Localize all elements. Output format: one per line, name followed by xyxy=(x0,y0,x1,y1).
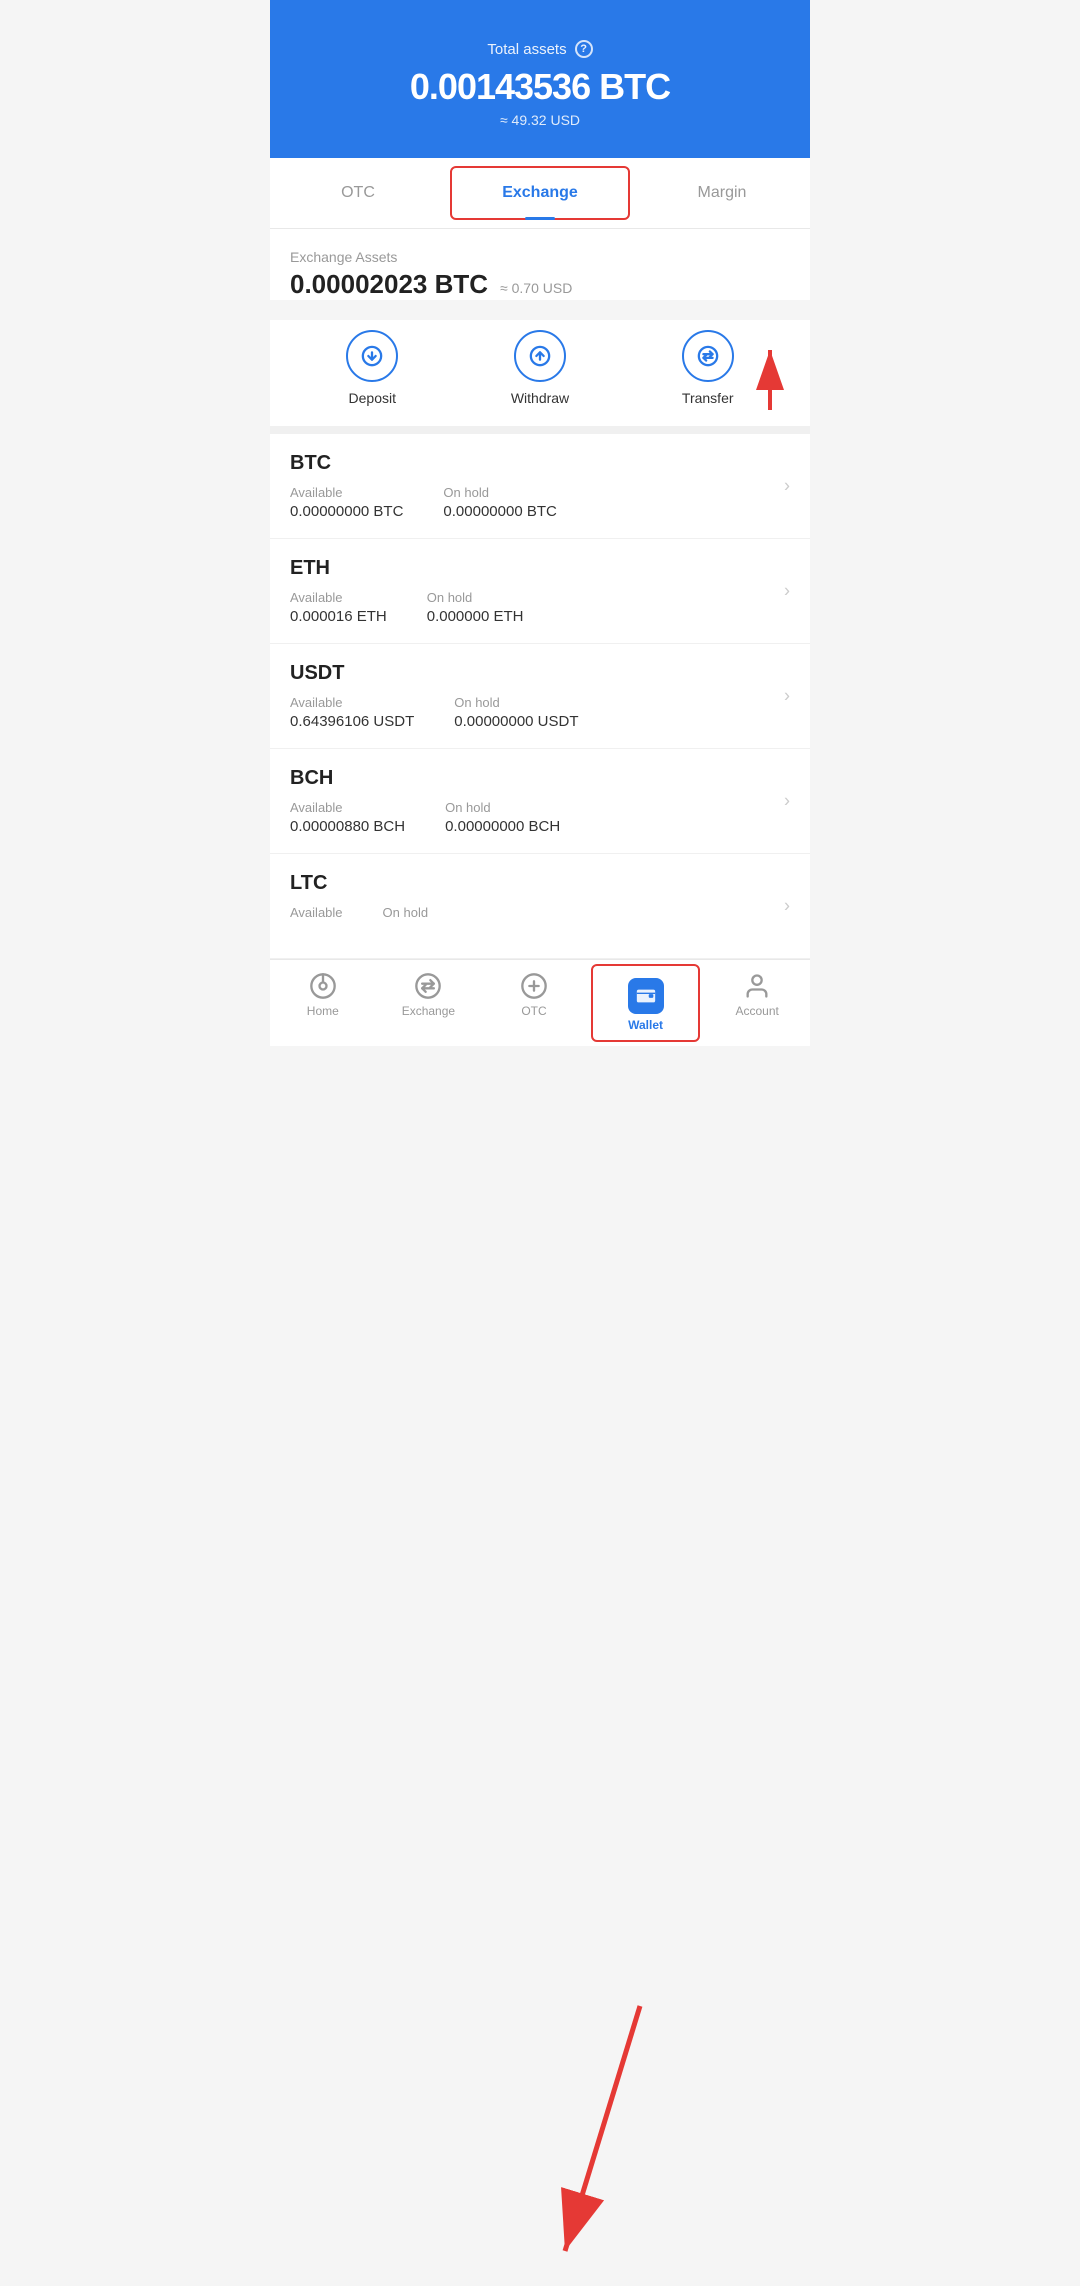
transfer-button[interactable]: Transfer xyxy=(682,330,734,406)
usdt-available-value: 0.64396106 USDT xyxy=(290,713,414,730)
nav-otc-label: OTC xyxy=(521,1004,546,1018)
ltc-chevron-icon: › xyxy=(784,896,790,917)
account-icon xyxy=(743,972,771,1000)
usdt-chevron-icon: › xyxy=(784,686,790,707)
bch-onhold-value: 0.00000000 BCH xyxy=(445,818,560,835)
exchange-usd: ≈ 0.70 USD xyxy=(500,280,572,296)
nav-home[interactable]: Home xyxy=(270,960,376,1046)
transfer-icon xyxy=(682,330,734,382)
ltc-available-label: Available xyxy=(290,905,343,920)
asset-eth[interactable]: ETH Available 0.000016 ETH On hold 0.000… xyxy=(270,539,810,644)
transfer-label: Transfer xyxy=(682,390,734,406)
header-amount: 0.00143536 BTC xyxy=(290,66,790,108)
eth-onhold-value: 0.000000 ETH xyxy=(427,608,524,625)
withdraw-button[interactable]: Withdraw xyxy=(511,330,569,406)
tabs-container: OTC Exchange Margin xyxy=(270,158,810,229)
actions-bar: Deposit Withdraw Transfer xyxy=(270,320,810,426)
withdraw-icon xyxy=(514,330,566,382)
asset-bch-symbol: BCH xyxy=(290,767,790,790)
header-usd: ≈ 49.32 USD xyxy=(290,112,790,128)
bch-available-label: Available xyxy=(290,800,405,815)
eth-available-value: 0.000016 ETH xyxy=(290,608,387,625)
big-arrow-overlay xyxy=(270,1986,810,2286)
asset-ltc-symbol: LTC xyxy=(290,872,790,895)
nav-exchange-label: Exchange xyxy=(402,1004,455,1018)
ltc-onhold-value xyxy=(383,923,429,940)
usdt-onhold-value: 0.00000000 USDT xyxy=(454,713,578,730)
btc-onhold-label: On hold xyxy=(443,485,556,500)
btc-available-value: 0.00000000 BTC xyxy=(290,503,403,520)
usdt-onhold-label: On hold xyxy=(454,695,578,710)
exchange-nav-icon xyxy=(414,972,442,1000)
asset-usdt[interactable]: USDT Available 0.64396106 USDT On hold 0… xyxy=(270,644,810,749)
btc-available-label: Available xyxy=(290,485,403,500)
header: Total assets ? 0.00143536 BTC ≈ 49.32 US… xyxy=(270,0,810,158)
transfer-arrow-overlay xyxy=(740,340,800,425)
divider xyxy=(270,426,810,434)
nav-otc[interactable]: OTC xyxy=(481,960,587,1046)
exchange-label: Exchange Assets xyxy=(290,249,790,265)
nav-account-label: Account xyxy=(735,1004,778,1018)
asset-btc[interactable]: BTC Available 0.00000000 BTC On hold 0.0… xyxy=(270,434,810,539)
bch-available-value: 0.00000880 BCH xyxy=(290,818,405,835)
help-icon[interactable]: ? xyxy=(575,40,593,58)
nav-wallet[interactable]: Wallet xyxy=(591,964,701,1042)
exchange-section: Exchange Assets 0.00002023 BTC ≈ 0.70 US… xyxy=(270,229,810,300)
tab-exchange[interactable]: Exchange xyxy=(450,166,630,220)
btc-chevron-icon: › xyxy=(784,476,790,497)
tab-margin[interactable]: Margin xyxy=(634,168,810,218)
eth-available-label: Available xyxy=(290,590,387,605)
withdraw-label: Withdraw xyxy=(511,390,569,406)
usdt-available-label: Available xyxy=(290,695,414,710)
deposit-label: Deposit xyxy=(349,390,396,406)
btc-onhold-value: 0.00000000 BTC xyxy=(443,503,556,520)
nav-wallet-label: Wallet xyxy=(628,1018,663,1032)
deposit-button[interactable]: Deposit xyxy=(346,330,398,406)
bch-chevron-icon: › xyxy=(784,791,790,812)
asset-eth-symbol: ETH xyxy=(290,557,790,580)
ltc-available-value xyxy=(290,923,343,940)
asset-usdt-symbol: USDT xyxy=(290,662,790,685)
asset-list: BTC Available 0.00000000 BTC On hold 0.0… xyxy=(270,434,810,959)
ltc-onhold-label: On hold xyxy=(383,905,429,920)
wallet-icon xyxy=(635,985,657,1007)
bottom-nav: Home Exchange OTC Wallet xyxy=(270,959,810,1046)
home-icon xyxy=(309,972,337,1000)
otc-nav-icon xyxy=(520,972,548,1000)
asset-btc-symbol: BTC xyxy=(290,452,790,475)
asset-bch[interactable]: BCH Available 0.00000880 BCH On hold 0.0… xyxy=(270,749,810,854)
exchange-amount: 0.00002023 BTC xyxy=(290,269,488,300)
nav-exchange[interactable]: Exchange xyxy=(376,960,482,1046)
eth-onhold-label: On hold xyxy=(427,590,524,605)
nav-home-label: Home xyxy=(307,1004,339,1018)
bch-onhold-label: On hold xyxy=(445,800,560,815)
eth-chevron-icon: › xyxy=(784,581,790,602)
tab-otc[interactable]: OTC xyxy=(270,168,446,218)
header-title: Total assets xyxy=(487,41,566,58)
nav-account[interactable]: Account xyxy=(704,960,810,1046)
deposit-icon xyxy=(346,330,398,382)
asset-ltc[interactable]: LTC Available On hold › xyxy=(270,854,810,959)
